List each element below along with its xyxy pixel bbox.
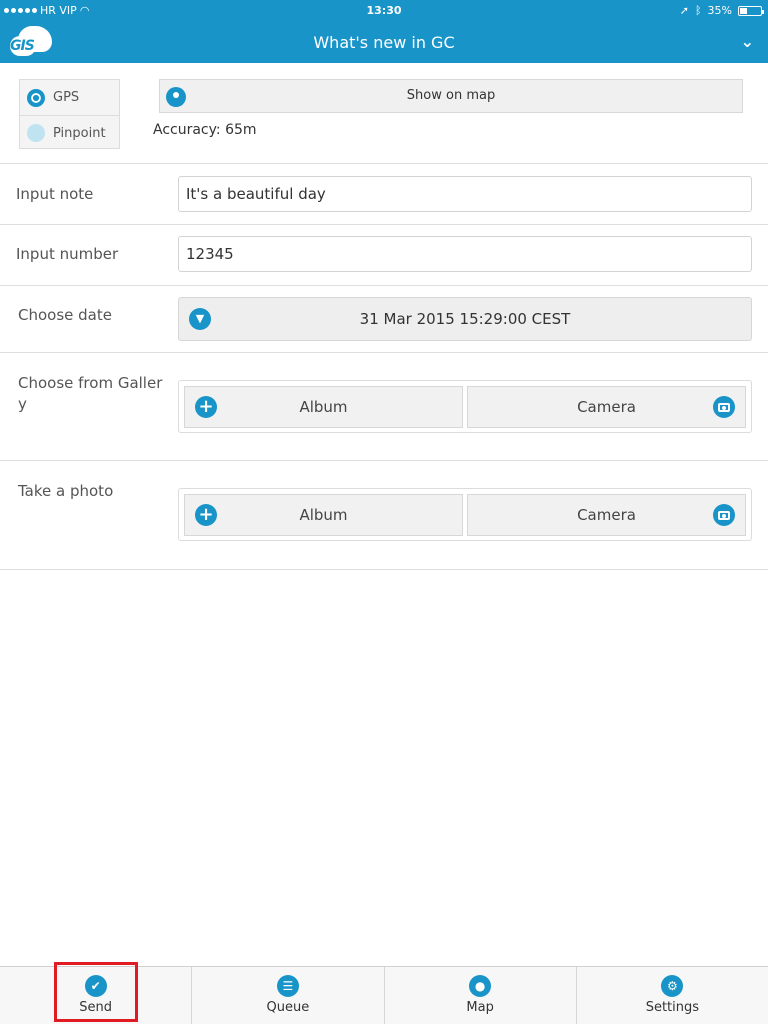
page-title: What's new in GC: [313, 33, 455, 52]
status-right: ➚ ᛒ 35%: [679, 4, 764, 17]
list-icon: ☰: [276, 975, 299, 997]
photo-camera-button[interactable]: Camera: [467, 494, 746, 536]
camera-label: Camera: [577, 506, 636, 524]
map-pin-icon: [166, 87, 186, 107]
location-mode-group: GPS Pinpoint: [19, 79, 120, 149]
input-number-field[interactable]: 12345: [178, 236, 752, 272]
top-bar: HR VIP ◠ 13:30 ➚ ᛒ 35% GIS What's new in…: [0, 0, 768, 63]
divider: [0, 285, 768, 286]
location-arrow-icon: ➚: [679, 4, 689, 17]
date-value: 31 Mar 2015 15:29:00 CEST: [359, 310, 571, 328]
gallery-media-group: + Album Camera: [178, 380, 752, 433]
battery-icon: [738, 5, 764, 16]
chevron-down-icon: ▼: [189, 308, 211, 330]
radio-pinpoint-label: Pinpoint: [53, 125, 106, 141]
tab-map[interactable]: ● Map: [385, 967, 577, 1024]
battery-percent: 35%: [707, 4, 732, 17]
plus-icon: +: [195, 396, 217, 418]
radio-gps[interactable]: GPS: [20, 80, 119, 115]
choose-date-label: Choose date: [18, 306, 112, 324]
status-bar: HR VIP ◠ 13:30 ➚ ᛒ 35%: [0, 0, 768, 22]
accuracy-text: Accuracy: 65m: [153, 122, 257, 138]
take-photo-label: Take a photo: [18, 482, 114, 500]
gallery-camera-button[interactable]: Camera: [467, 386, 746, 428]
tab-settings-label: Settings: [645, 1000, 700, 1015]
divider: [0, 352, 768, 353]
input-number-label: Input number: [16, 245, 119, 263]
map-pin-icon: ●: [469, 975, 492, 997]
input-note-field[interactable]: It's a beautiful day: [178, 176, 752, 212]
tab-queue[interactable]: ☰ Queue: [192, 967, 385, 1024]
album-label: Album: [299, 398, 348, 416]
divider: [0, 163, 768, 164]
status-time: 13:30: [366, 4, 402, 17]
divider: [0, 569, 768, 570]
gallery-album-button[interactable]: + Album: [184, 386, 463, 428]
input-note-label: Input note: [16, 185, 94, 203]
bluetooth-icon: ᛒ: [694, 4, 702, 17]
radio-pinpoint[interactable]: Pinpoint: [20, 115, 119, 150]
date-picker-button[interactable]: ▼ 31 Mar 2015 15:29:00 CEST: [178, 297, 752, 341]
camera-icon: [713, 504, 735, 526]
tab-map-label: Map: [466, 1000, 494, 1015]
camera-icon: [713, 396, 735, 418]
show-on-map-button[interactable]: Show on map: [159, 79, 743, 113]
divider: [0, 460, 768, 461]
photo-media-group: + Album Camera: [178, 488, 752, 541]
send-highlight-box: [54, 962, 138, 1022]
tab-settings[interactable]: ⚙ Settings: [577, 967, 768, 1024]
radio-selected-icon: [27, 88, 45, 107]
chevron-down-icon[interactable]: ⌄: [741, 32, 754, 51]
album-label: Album: [299, 506, 348, 524]
camera-label: Camera: [577, 398, 636, 416]
tab-queue-label: Queue: [266, 1000, 310, 1015]
radio-gps-label: GPS: [53, 90, 80, 105]
show-on-map-label: Show on map: [406, 88, 496, 103]
plus-icon: +: [195, 504, 217, 526]
photo-album-button[interactable]: + Album: [184, 494, 463, 536]
choose-gallery-label: Choose from Galler y: [18, 374, 163, 413]
gear-icon: ⚙: [661, 975, 684, 997]
radio-unselected-icon: [27, 124, 45, 142]
divider: [0, 224, 768, 225]
